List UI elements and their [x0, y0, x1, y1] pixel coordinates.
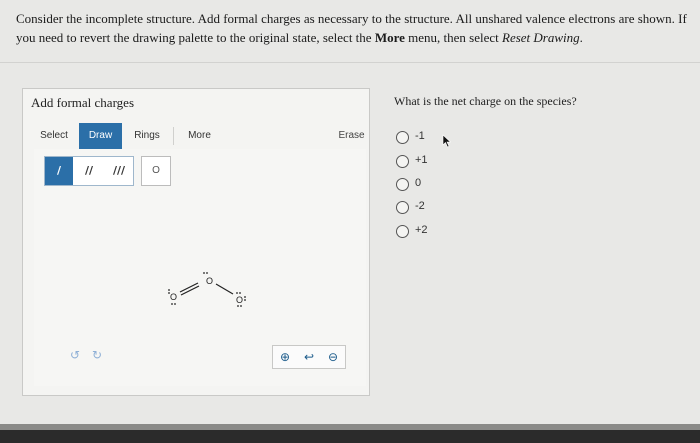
draw-tab[interactable]: Draw [79, 123, 122, 149]
option-label: 0 [415, 177, 422, 189]
lone-pair-dot [237, 305, 239, 307]
bond-tool-group: / // /// [44, 156, 134, 186]
divider [0, 62, 700, 63]
double-bond-button[interactable]: // [75, 157, 103, 185]
question-text: Consider the incomplete structure. Add f… [16, 9, 692, 47]
lone-pair-dot [244, 299, 246, 301]
mouse-cursor-icon [442, 134, 452, 148]
lone-pair-dot [240, 305, 242, 307]
drawing-panel: Add formal charges Select Draw Rings Mor… [22, 88, 370, 396]
question-more-bold: More [374, 30, 405, 45]
atom-right[interactable]: O [236, 295, 243, 305]
radio-button[interactable] [396, 201, 409, 214]
question-text-part1: Consider the incomplete structure. Add f… [16, 11, 687, 45]
triple-bond-button[interactable]: /// [105, 157, 133, 185]
lone-pair-dot [244, 296, 246, 298]
oxygen-atom-button[interactable]: O [141, 156, 171, 186]
lone-pair-dot [236, 292, 238, 294]
lone-pair-dot [171, 303, 173, 305]
erase-button[interactable]: Erase [334, 123, 369, 149]
lone-pair-dot [206, 272, 208, 274]
toolbar-separator [173, 127, 174, 145]
option-label: -1 [415, 130, 425, 142]
panel-title: Add formal charges [31, 95, 135, 110]
zoom-reset-icon[interactable]: ↩ [297, 346, 321, 368]
net-charge-question: What is the net charge on the species? [394, 94, 577, 108]
redo-icon[interactable]: ↻ [86, 344, 108, 366]
question-text-part3: . [579, 30, 583, 45]
single-bond-button[interactable]: / [45, 157, 73, 185]
lone-pair-dot [203, 272, 205, 274]
lone-pair-dot [239, 292, 241, 294]
radio-button[interactable] [396, 155, 409, 168]
radio-button[interactable] [396, 225, 409, 238]
ozone-molecule[interactable]: O O O [150, 262, 270, 312]
select-tab[interactable]: Select [34, 123, 74, 149]
question-text-part2: menu, then select [404, 30, 503, 45]
atom-center[interactable]: O [206, 276, 213, 286]
drawing-toolbar: Select Draw Rings More Erase [34, 123, 366, 150]
lone-pair-dot [168, 292, 170, 294]
rings-tab[interactable]: Rings [127, 123, 167, 149]
zoom-in-icon[interactable]: ⊕ [273, 346, 297, 368]
lone-pair-dot [168, 289, 170, 291]
zoom-controls: ⊕ ↩ ⊖ [272, 345, 346, 369]
radio-button[interactable] [396, 131, 409, 144]
undo-icon[interactable]: ↺ [64, 344, 86, 366]
question-reset-italic: Reset Drawing [502, 30, 580, 45]
more-tab[interactable]: More [177, 123, 222, 149]
zoom-out-icon[interactable]: ⊖ [321, 346, 345, 368]
lone-pair-dot [174, 303, 176, 305]
screen-bezel [0, 430, 700, 443]
option-label: -2 [415, 200, 425, 212]
bottom-toolbar: ↺ ↻ ⊕ ↩ ⊖ [34, 344, 366, 369]
option-label: +1 [415, 154, 428, 166]
option-label: +2 [415, 224, 428, 236]
atom-left[interactable]: O [170, 292, 177, 302]
single-bond-line[interactable] [215, 283, 234, 295]
radio-button[interactable] [396, 178, 409, 191]
